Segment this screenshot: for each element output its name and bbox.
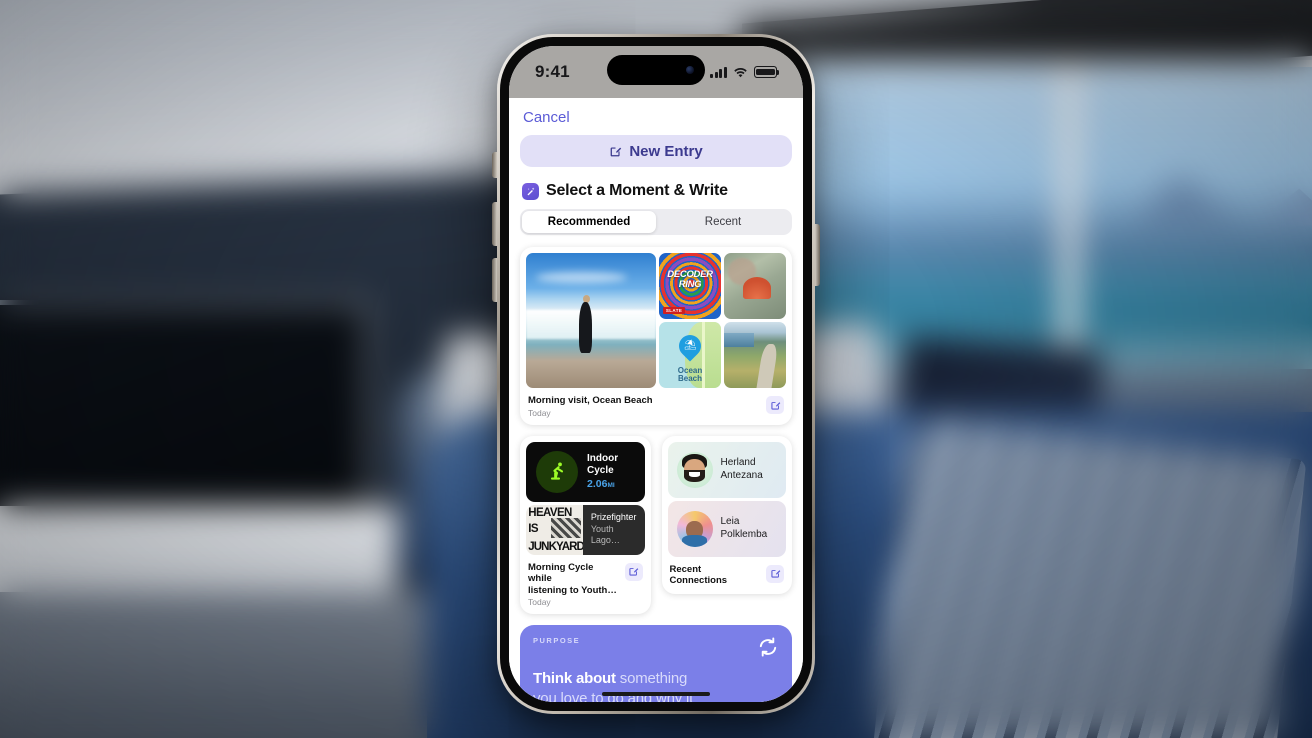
photo-avatar (676, 510, 713, 547)
music-tile[interactable]: HEAVEN IS JUNKYARD Prizefighter Youth La… (526, 504, 645, 555)
map-location-label: Ocean Beach (677, 365, 703, 383)
home-indicator[interactable] (602, 692, 710, 696)
status-bar-indicators (710, 66, 780, 78)
battery-icon (754, 66, 780, 78)
shell-photo[interactable] (724, 253, 786, 319)
new-entry-button[interactable]: New Entry (520, 135, 792, 167)
moment-date: Today (528, 597, 551, 608)
card-footer: Morning Cycle while listening to Youth… … (526, 562, 645, 609)
card-footer: Morning visit, Ocean Beach Today (526, 395, 786, 419)
contact-name-line2: Antezana (720, 469, 763, 481)
compose-from-moment-button[interactable] (624, 562, 643, 581)
moment-card-morning-cycle[interactable]: Indoor Cycle 2.06MI HEAVEN IS JUNKYARD P… (520, 435, 651, 615)
cancel-button[interactable]: Cancel (520, 98, 573, 135)
contacts-list: Herland Antezana Leia Polklemba (667, 441, 786, 557)
workout-tile[interactable]: Indoor Cycle 2.06MI (526, 441, 645, 502)
card-footer: Recent Connections (668, 564, 787, 588)
activity-stack: Indoor Cycle 2.06MI HEAVEN IS JUNKYARD P… (526, 441, 645, 555)
moments-row: Indoor Cycle 2.06MI HEAVEN IS JUNKYARD P… (520, 435, 792, 615)
tab-recommended[interactable]: Recommended (522, 211, 656, 233)
track-info: Prizefighter Youth Lago… (582, 504, 645, 555)
front-camera-icon (686, 66, 694, 74)
section-header: Select a Moment & Write (520, 182, 792, 200)
album-line3: JUNKYARD (528, 541, 583, 554)
wifi-icon (734, 67, 747, 77)
track-title: Prizefighter (590, 512, 637, 523)
list-item[interactable]: Herland Antezana (667, 441, 786, 498)
workout-distance: 2.06MI (587, 478, 615, 491)
signal-bars-icon (710, 66, 727, 78)
status-bar-time: 9:41 (535, 62, 570, 81)
track-artist: Youth Lago… (590, 523, 620, 546)
volume-up-button[interactable] (492, 202, 497, 246)
compose-icon (770, 570, 780, 578)
moment-card-recent-connections[interactable]: Herland Antezana Leia Polklemba Recent C… (661, 435, 792, 594)
volume-down-button[interactable] (492, 258, 497, 302)
coast-road-photo[interactable] (724, 322, 786, 388)
moment-card-ocean-beach[interactable]: DECODER RING SLATE ⛱ Ocean Beach Morning… (520, 247, 792, 425)
iphone-device-mockup: 9:41 Cancel New Entry Select a Moment & … (492, 34, 820, 714)
moment-title: Morning visit, Ocean Beach (528, 395, 653, 406)
compose-icon (629, 568, 639, 576)
indoor-cycle-icon (536, 450, 578, 493)
page-title: Select a Moment & Write (546, 182, 728, 199)
compose-from-moment-button[interactable] (766, 396, 784, 414)
tab-recent[interactable]: Recent (656, 211, 790, 233)
moment-date: Today (528, 407, 551, 418)
moment-title: Recent Connections (669, 563, 728, 587)
contact-name-line1: Herland (720, 457, 756, 469)
photo-collage: DECODER RING SLATE ⛱ Ocean Beach (526, 253, 786, 388)
moment-card-recent-connections-wrap: Herland Antezana Leia Polklemba Recent C… (661, 435, 792, 615)
prompt-category-label: PURPOSE (533, 636, 581, 646)
prompt-text: Think about something you love to do and… (533, 669, 779, 702)
compose-icon (770, 401, 780, 410)
new-entry-label: New Entry (629, 142, 703, 160)
surfer-photo[interactable] (526, 253, 656, 388)
power-button[interactable] (815, 224, 820, 286)
compose-icon (610, 146, 622, 156)
compose-from-moment-button[interactable] (766, 564, 784, 583)
status-bar: 9:41 (509, 46, 803, 98)
map-tile[interactable]: ⛱ Ocean Beach (659, 322, 721, 388)
phone-screen: 9:41 Cancel New Entry Select a Moment & … (509, 46, 803, 702)
workout-name-line1: Indoor (587, 452, 619, 464)
moment-title: Morning Cycle while listening to Youth… (528, 561, 617, 596)
contact-name-line2: Polklemba (720, 528, 768, 540)
refresh-icon[interactable] (756, 635, 780, 664)
album-line2: IS (528, 522, 538, 535)
magic-wand-icon (522, 182, 539, 200)
segmented-control[interactable]: Recommended Recent (520, 209, 792, 235)
moment-card-morning-cycle-wrap: Indoor Cycle 2.06MI HEAVEN IS JUNKYARD P… (520, 435, 651, 615)
dynamic-island (607, 55, 705, 85)
contact-name-line1: Leia (720, 516, 740, 528)
journal-entry-sheet: Cancel New Entry Select a Moment & Write… (509, 98, 803, 702)
prompt-text-bold: Think about (533, 670, 616, 688)
album-artwork: HEAVEN IS JUNKYARD (526, 504, 583, 555)
list-item[interactable]: Leia Polklemba (667, 500, 786, 557)
silent-switch[interactable] (492, 152, 497, 178)
podcast-title: DECODER RING (667, 269, 713, 290)
podcast-artwork-tile[interactable]: DECODER RING SLATE (659, 253, 721, 319)
writing-prompt-card[interactable]: PURPOSE Think about something you love t… (520, 625, 792, 702)
workout-name-line2: Cycle (587, 464, 614, 476)
memoji-avatar (676, 451, 713, 488)
prompt-text-rest: something (615, 670, 688, 688)
podcast-network-badge: SLATE (663, 306, 685, 314)
